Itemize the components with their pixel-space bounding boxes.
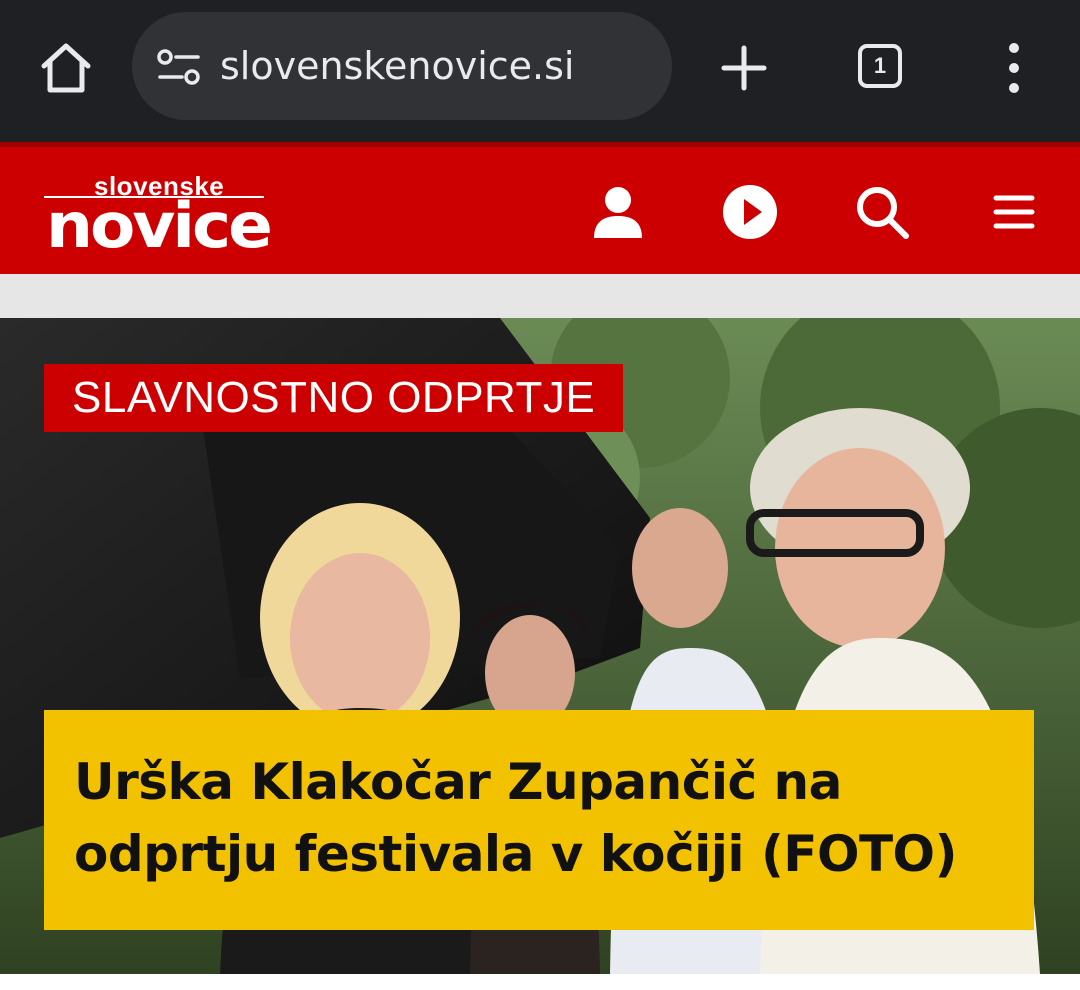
hero-article-card[interactable]: SLAVNOSTNO ODPRTJE Urška Klakočar Zupanč… bbox=[0, 318, 1080, 974]
overflow-menu-icon[interactable] bbox=[1002, 40, 1026, 96]
user-icon[interactable] bbox=[588, 182, 648, 242]
home-icon[interactable] bbox=[36, 40, 96, 96]
tab-switcher-icon[interactable]: 1 bbox=[858, 44, 902, 88]
article-headline[interactable]: Urška Klakočar Zupančič na odprtju festi… bbox=[74, 746, 1004, 890]
site-info-icon[interactable] bbox=[156, 48, 202, 86]
page-bottom-strip bbox=[0, 974, 1080, 990]
search-icon[interactable] bbox=[852, 182, 912, 242]
article-kicker[interactable]: SLAVNOSTNO ODPRTJE bbox=[44, 364, 624, 432]
site-logo[interactable]: slovenske novice bbox=[44, 171, 273, 257]
play-icon[interactable] bbox=[720, 182, 780, 242]
hamburger-menu-icon[interactable] bbox=[986, 182, 1046, 242]
address-bar[interactable]: slovenskenovice.si bbox=[132, 12, 672, 120]
browser-toolbar: slovenskenovice.si 1 bbox=[0, 0, 1080, 142]
logo-big-text: novice bbox=[46, 188, 273, 263]
new-tab-plus-icon[interactable] bbox=[718, 42, 770, 94]
url-text[interactable]: slovenskenovice.si bbox=[220, 42, 574, 90]
headline-box[interactable]: Urška Klakočar Zupančič na odprtju festi… bbox=[44, 710, 1034, 930]
header-spacer bbox=[0, 274, 1080, 318]
site-header: slovenske novice bbox=[0, 142, 1080, 274]
